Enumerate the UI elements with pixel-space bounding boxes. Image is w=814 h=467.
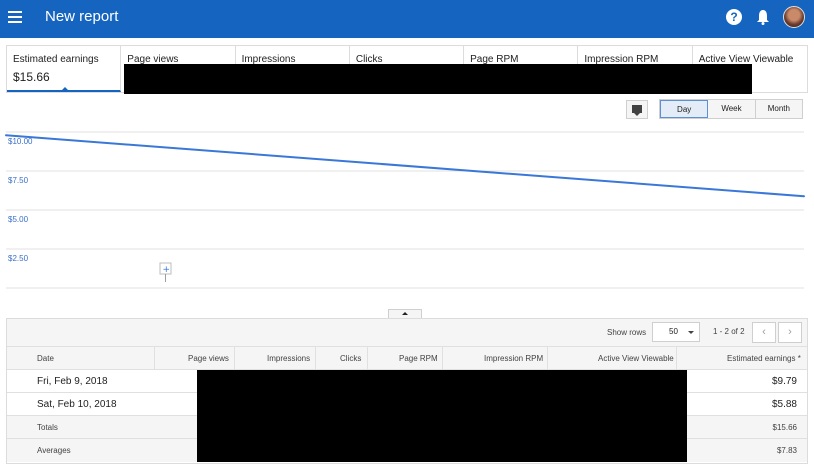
svg-text:+: + [163,265,171,275]
totals-label: Totals [37,423,58,432]
next-page-button[interactable]: › [778,322,802,343]
y-tick-label: $10.00 [8,137,33,146]
averages-earnings: $7.83 [776,446,797,455]
page-title: New report [45,8,119,25]
cell-earnings: $9.79 [771,376,797,387]
column-header-page-rpm[interactable]: Page RPM [399,354,438,363]
column-header-clicks[interactable]: Clicks [340,354,361,363]
avatar[interactable] [783,6,805,28]
totals-earnings: $15.66 [772,423,797,432]
comment-icon [632,105,642,116]
tab-estimated-earnings[interactable]: Estimated earnings $15.66 [7,46,122,92]
chevron-down-icon [688,331,694,334]
y-tick-label: $5.00 [8,215,29,224]
date-range-toggle: Day Week Month [659,99,803,119]
column-header-page-views[interactable]: Page views [188,354,229,363]
data-point[interactable] [803,195,805,198]
redacted-block [197,370,687,462]
rows-per-page-value: 50 [669,327,678,336]
cell-date: Sat, Feb 10, 2018 [37,399,117,410]
column-header-date[interactable]: Date [37,354,54,363]
y-tick-label: $2.50 [8,254,29,263]
bell-icon[interactable] [756,9,770,25]
metric-label: Estimated earnings [13,54,99,65]
column-header-impressions[interactable]: Impressions [267,354,310,363]
range-day-button[interactable]: Day [660,100,709,118]
prev-page-button[interactable]: ‹ [752,322,776,343]
table-toolbar: Show rows 50 1 - 2 of 2 ‹ › [7,319,807,347]
redacted-block [124,64,752,94]
active-tab-caret-icon [61,87,69,91]
data-point[interactable] [5,134,7,137]
app-bar: New report ? [0,0,814,38]
show-rows-label: Show rows [607,328,647,337]
range-month-button[interactable]: Month [756,100,802,118]
metric-value: $15.66 [13,70,50,84]
cell-date: Fri, Feb 9, 2018 [37,376,108,387]
column-header-active-view-viewable[interactable]: Active View Viewable [598,354,674,363]
annotation-button[interactable] [626,100,648,119]
y-tick-label: $7.50 [8,176,29,185]
help-icon[interactable]: ? [726,9,742,25]
add-annotation-icon[interactable]: + [159,262,172,282]
rows-per-page-select[interactable]: 50 [652,322,700,342]
table-header: Date Page views Impressions Clicks Page … [7,347,807,370]
range-week-button[interactable]: Week [708,100,756,118]
cell-earnings: $5.88 [771,399,797,410]
earnings-chart: $10.00 $7.50 $5.00 $2.50 + [5,131,805,289]
column-header-impression-rpm[interactable]: Impression RPM [484,354,543,363]
menu-icon[interactable] [8,11,22,23]
averages-label: Averages [37,446,71,455]
column-header-estimated-earnings[interactable]: Estimated earnings * [727,354,801,363]
series-line [5,134,805,198]
page-info: 1 - 2 of 2 [713,327,745,336]
